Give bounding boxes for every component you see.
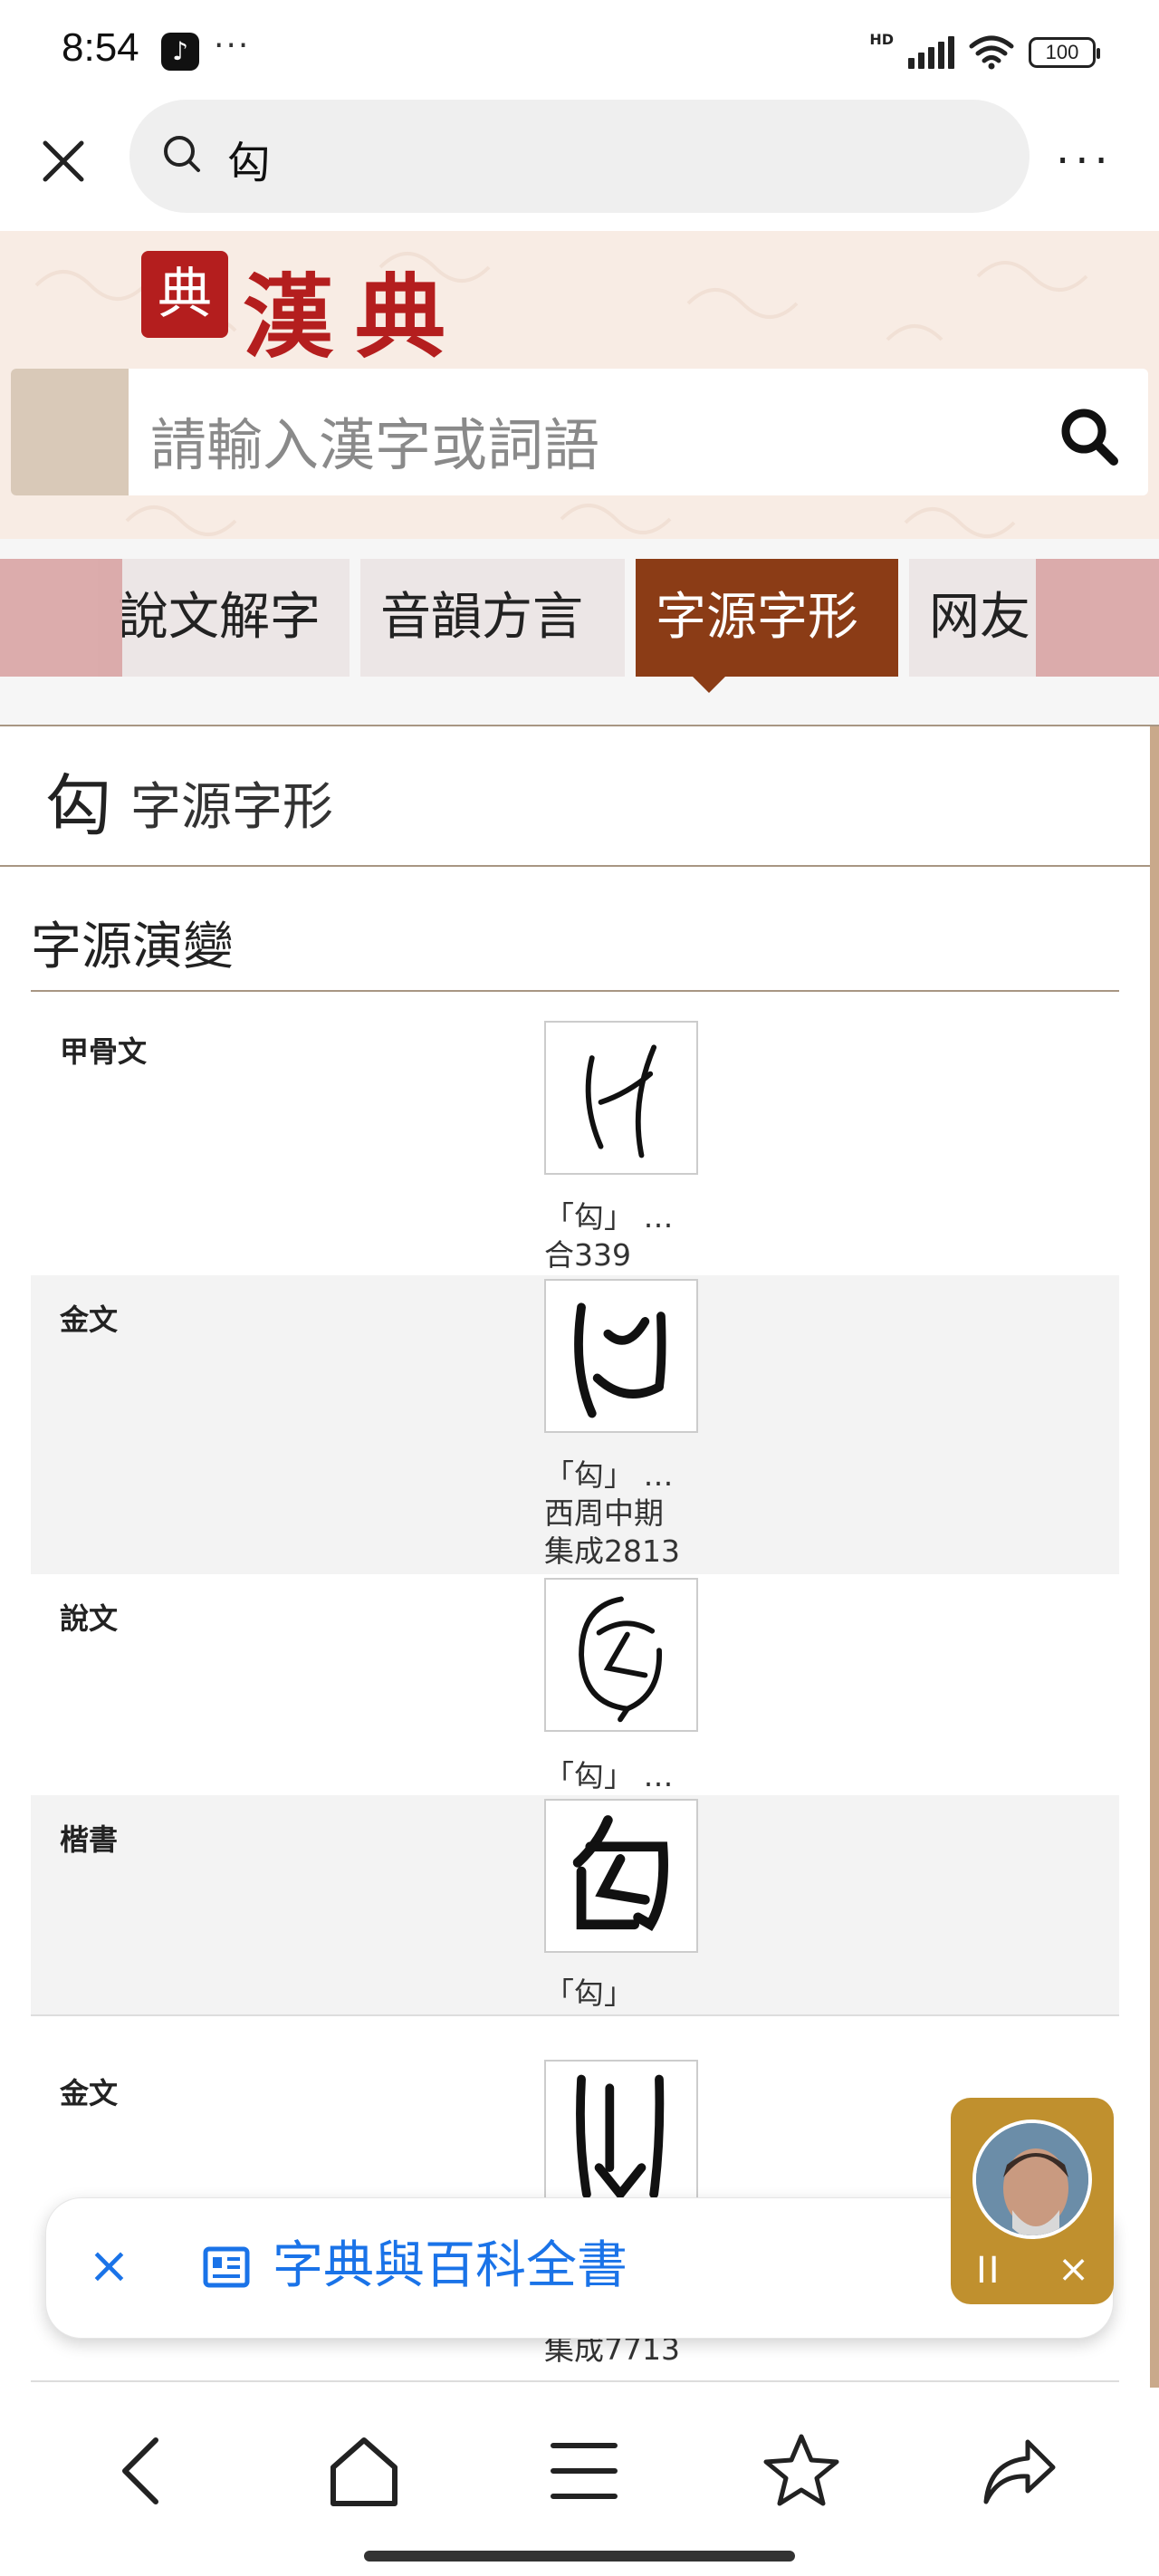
search-icon[interactable]: [1058, 405, 1121, 468]
search-placeholder: 請輸入漢字或詞語: [150, 412, 600, 478]
section-tabs: 說文解字 音韻方言 字源字形 网友: [0, 539, 1159, 725]
bottom-navigation: [0, 2388, 1159, 2576]
status-bar: 8:54 ♪ ··· HD 100: [0, 0, 1159, 100]
glyph-source: 集成2813: [544, 1533, 680, 1569]
divider: [31, 2380, 1119, 2382]
card-title: 字源字形: [130, 778, 333, 837]
logo-seal[interactable]: 典: [141, 251, 228, 338]
banner-text[interactable]: 字典與百科全書: [273, 2235, 627, 2298]
close-icon[interactable]: ×: [88, 2235, 130, 2298]
bronze-glyph[interactable]: [544, 2060, 698, 2214]
bookmark-star-icon[interactable]: [756, 2426, 847, 2516]
glyph-caption: 「匃」 …: [544, 1758, 674, 1793]
back-icon[interactable]: [100, 2426, 190, 2516]
more-menu-icon[interactable]: ···: [1056, 136, 1114, 187]
section-title: 字源演變: [31, 918, 234, 976]
glyph-caption: 「匃」: [544, 1975, 634, 2011]
glyph-caption: 「匃」 …: [544, 1457, 674, 1493]
hd-label: HD: [869, 31, 894, 48]
search-query: 匃: [227, 138, 272, 188]
menu-icon[interactable]: [539, 2426, 629, 2516]
card-character: 匃: [45, 767, 112, 845]
search-input[interactable]: 匃: [129, 100, 1030, 213]
script-label: 說文: [60, 1601, 119, 1636]
card-edge: [1150, 726, 1159, 2391]
pause-icon[interactable]: II: [976, 2250, 1001, 2292]
site-logo[interactable]: 漢典: [243, 244, 467, 375]
active-tab-pointer: [693, 677, 725, 693]
shuowen-glyph[interactable]: [544, 1578, 698, 1732]
close-icon[interactable]: ×: [1058, 2246, 1089, 2291]
glyph-source: 合339: [544, 1237, 631, 1273]
site-header: 典 漢典 請輸入漢字或詞語: [0, 231, 1159, 539]
tabs-scroll-left[interactable]: [0, 559, 122, 677]
status-more-dots: ···: [214, 27, 251, 64]
dictionary-search-field[interactable]: 請輸入漢字或詞語: [11, 369, 1148, 495]
avatar[interactable]: [972, 2119, 1092, 2239]
glyph-caption: 「匃」 …: [544, 1199, 674, 1235]
script-label: 楷書: [60, 1822, 119, 1857]
floating-media-player[interactable]: II ×: [951, 2098, 1114, 2304]
script-label: 金文: [60, 1302, 119, 1337]
status-time: 8:54: [62, 25, 139, 70]
search-icon: [164, 136, 200, 172]
regular-script-glyph[interactable]: [544, 1799, 698, 1953]
article-icon: [203, 2246, 250, 2288]
card-header: 匃 字源字形: [0, 726, 1150, 867]
tab-ziyuan[interactable]: 字源字形: [636, 559, 898, 677]
tab-yinyun[interactable]: 音韻方言: [360, 559, 625, 677]
divider: [31, 990, 1119, 992]
script-label: 甲骨文: [60, 1034, 148, 1069]
tabs-scroll-right[interactable]: [1036, 559, 1159, 677]
search-type-selector[interactable]: [11, 369, 129, 495]
signal-icon: [908, 36, 954, 69]
close-icon[interactable]: [36, 134, 91, 188]
oracle-bone-glyph[interactable]: [544, 1021, 698, 1175]
share-icon[interactable]: [973, 2426, 1064, 2516]
home-indicator[interactable]: [364, 2551, 795, 2562]
browser-bar: 匃 ···: [0, 100, 1159, 231]
tab-shuowen[interactable]: 說文解字: [98, 559, 350, 677]
battery-icon: 100: [1029, 37, 1100, 68]
glyph-period: 西周中期: [544, 1495, 664, 1531]
home-icon[interactable]: [319, 2426, 409, 2516]
wifi-icon: [969, 35, 1014, 70]
script-label: 金文: [60, 2076, 119, 2110]
bronze-glyph[interactable]: [544, 1279, 698, 1433]
tiktok-icon: ♪: [161, 33, 199, 71]
